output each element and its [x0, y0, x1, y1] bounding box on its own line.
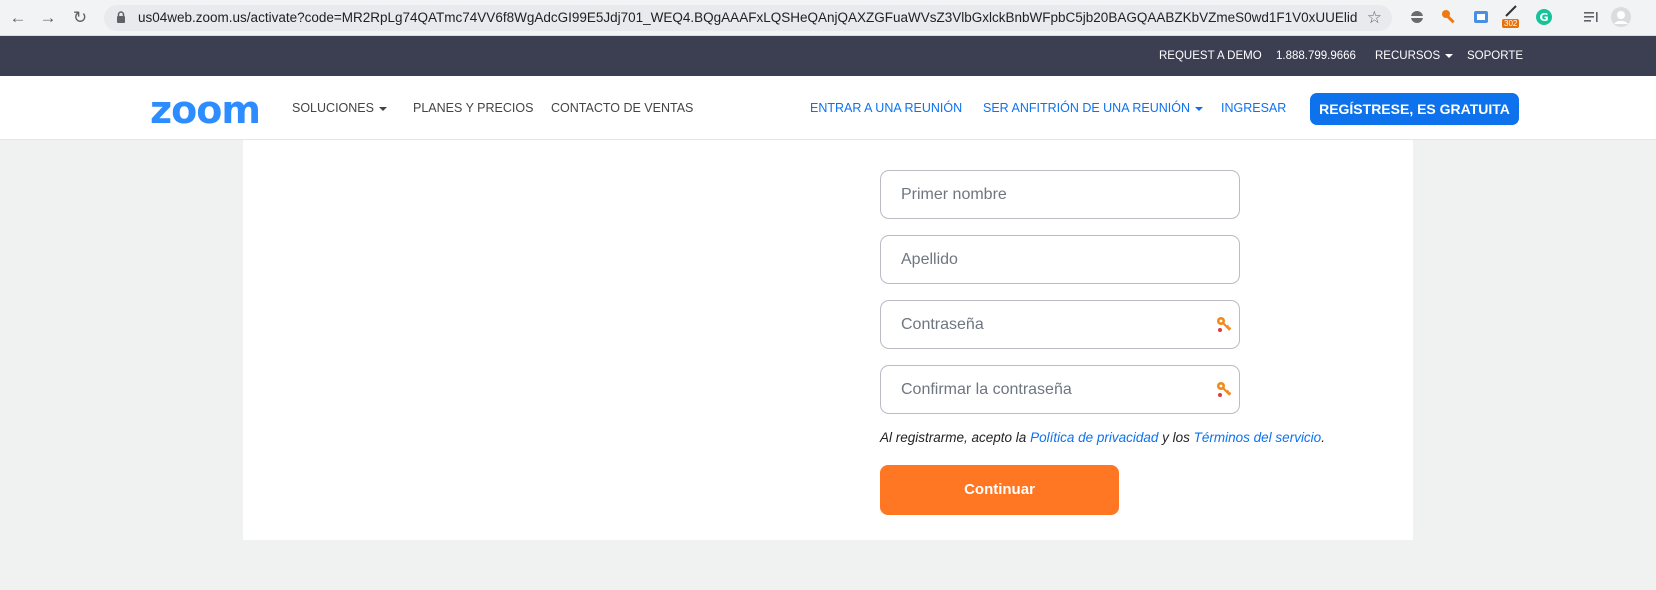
privacy-policy-link[interactable]: Política de privacidad — [1030, 430, 1158, 445]
first-name-field[interactable] — [880, 170, 1240, 219]
contact-sales-link[interactable]: CONTACTO DE VENTAS — [551, 76, 693, 140]
url-text[interactable]: us04web.zoom.us/activate?code=MR2RpLg74Q… — [138, 5, 1358, 31]
phone-link[interactable]: 1.888.799.9666 — [1276, 36, 1356, 76]
chevron-down-icon — [378, 106, 387, 111]
profile-avatar-icon[interactable] — [1610, 6, 1632, 28]
last-name-field[interactable] — [880, 235, 1240, 284]
password-manager-key-icon[interactable] — [1215, 315, 1233, 333]
terms-suffix: . — [1321, 430, 1325, 445]
bookmark-star-icon[interactable]: ☆ — [1367, 8, 1382, 28]
confirm-password-input[interactable] — [881, 366, 1181, 413]
lock-icon — [117, 11, 125, 23]
password-field[interactable] — [880, 300, 1240, 349]
chevron-down-icon — [1445, 53, 1454, 58]
zoom-logo[interactable]: zoom — [150, 88, 261, 132]
password-input[interactable] — [881, 301, 1181, 348]
solutions-label: SOLUCIONES — [292, 101, 374, 115]
host-meeting-menu[interactable]: SER ANFITRIÓN DE UNA REUNIÓN — [983, 76, 1203, 140]
browser-toolbar: ← → ↻ us04web.zoom.us/activate?code=MR2R… — [0, 0, 1656, 36]
svg-text:G: G — [1539, 11, 1548, 24]
terms-prefix: Al registrarme, acepto la — [880, 430, 1031, 445]
key-extension-icon[interactable] — [1440, 8, 1458, 26]
main-navigation: zoom SOLUCIONES PLANES Y PRECIOS CONTACT… — [0, 76, 1656, 140]
grammarly-icon[interactable]: G — [1535, 8, 1553, 26]
first-name-input[interactable] — [881, 171, 1181, 218]
host-meeting-label: SER ANFITRIÓN DE UNA REUNIÓN — [983, 101, 1190, 115]
terms-of-service-link[interactable]: Términos del servicio — [1194, 430, 1322, 445]
extension-badge: 302 — [1502, 19, 1520, 28]
reload-icon[interactable]: ↻ — [70, 8, 90, 28]
confirm-password-field[interactable] — [880, 365, 1240, 414]
support-link[interactable]: SOPORTE — [1467, 36, 1523, 76]
top-utility-bar: REQUEST A DEMO 1.888.799.9666 RECURSOS S… — [0, 36, 1656, 76]
continue-button[interactable]: Continuar — [880, 465, 1119, 515]
address-bar[interactable]: us04web.zoom.us/activate?code=MR2RpLg74Q… — [104, 5, 1392, 31]
signin-link[interactable]: INGRESAR — [1221, 76, 1286, 140]
media-control-icon[interactable] — [1582, 8, 1600, 26]
incognito-extension-icon[interactable] — [1408, 8, 1426, 26]
counter-extension[interactable]: 302 — [1502, 4, 1524, 32]
plans-pricing-link[interactable]: PLANES Y PRECIOS — [413, 76, 533, 140]
chevron-down-icon — [1194, 106, 1203, 111]
terms-middle: y los — [1158, 430, 1194, 445]
pen-extension-icon — [1505, 5, 1517, 17]
join-meeting-link[interactable]: ENTRAR A UNA REUNIÓN — [810, 76, 962, 140]
resources-label: RECURSOS — [1375, 50, 1441, 62]
terms-text: Al registrarme, acepto la Política de pr… — [880, 430, 1325, 445]
last-name-input[interactable] — [881, 236, 1181, 283]
password-manager-key-icon[interactable] — [1215, 380, 1233, 398]
request-demo-link[interactable]: REQUEST A DEMO — [1159, 36, 1262, 76]
translate-extension-icon[interactable] — [1472, 8, 1490, 26]
back-arrow-icon[interactable]: ← — [8, 8, 28, 28]
forward-arrow-icon[interactable]: → — [38, 8, 58, 28]
solutions-menu[interactable]: SOLUCIONES — [292, 76, 387, 140]
signup-button[interactable]: REGÍSTRESE, ES GRATUITA — [1310, 93, 1519, 125]
resources-menu[interactable]: RECURSOS — [1375, 36, 1454, 76]
